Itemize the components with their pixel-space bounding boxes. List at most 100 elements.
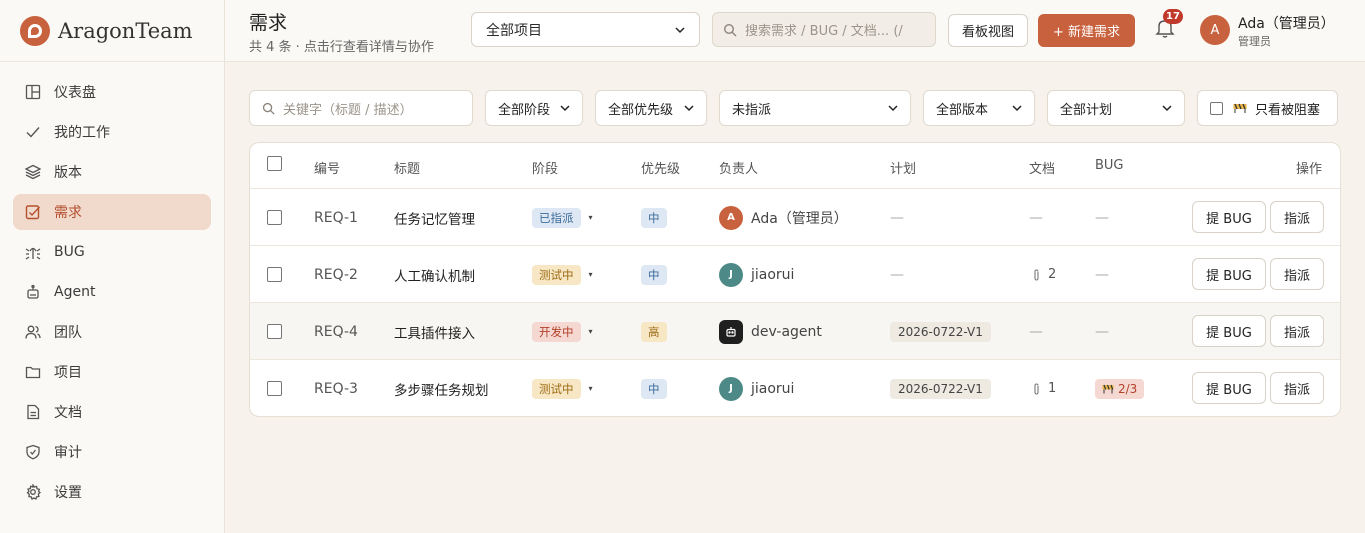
search-icon: [262, 102, 275, 115]
docs-count-value: 2: [1048, 267, 1057, 282]
team-icon: [24, 323, 42, 341]
plan-empty: —: [890, 209, 904, 226]
sidebar-item-label: 版本: [54, 165, 82, 181]
row-title[interactable]: 任务记忆管理: [394, 189, 475, 246]
table-row[interactable]: REQ-3 多步骤任务规划 测试中 ▾ 中 J jiaorui 2026-072…: [250, 360, 1340, 416]
priority-filter[interactable]: 全部优先级: [595, 90, 707, 126]
blocked-checkbox[interactable]: [1210, 101, 1223, 115]
assign-button[interactable]: 指派: [1270, 372, 1324, 404]
priority-badge: 中: [641, 264, 667, 285]
sidebar: AragonTeam 仪表盘 我的工作 版本 需求 BUG Agent 团队 项…: [0, 0, 225, 533]
stage-filter[interactable]: 全部阶段: [485, 90, 583, 126]
bug-count-value: 2/3: [1118, 381, 1138, 396]
report-bug-button[interactable]: 提 BUG: [1192, 372, 1266, 404]
global-search-input[interactable]: 搜索需求 / BUG / 文档... (/: [712, 12, 936, 47]
owner-name: jiaorui: [751, 266, 795, 283]
folder-icon: [24, 363, 42, 381]
row-checkbox[interactable]: [267, 381, 282, 396]
header-owner[interactable]: 负责人: [719, 158, 758, 177]
sidebar-item-docs[interactable]: 文档: [13, 394, 211, 430]
header-action: 操作: [1296, 162, 1323, 177]
shield-icon: [24, 443, 42, 461]
sidebar-item-team[interactable]: 团队: [13, 314, 211, 350]
caret-down-icon[interactable]: ▾: [589, 270, 593, 279]
gear-icon: [24, 483, 42, 501]
report-bug-button[interactable]: 提 BUG: [1192, 258, 1266, 290]
header-plan[interactable]: 计划: [890, 158, 916, 177]
sidebar-item-audit[interactable]: 审计: [13, 434, 211, 470]
chevron-down-icon: [1162, 105, 1172, 112]
bug-icon: [24, 243, 42, 261]
page-title: 需求: [249, 12, 288, 34]
chevron-down-icon: [888, 105, 898, 112]
table-row[interactable]: REQ-4 工具插件接入 开发中 ▾ 高 dev-agent 2026-0722…: [250, 303, 1340, 360]
search-placeholder: 搜索需求 / BUG / 文档... (/: [745, 24, 903, 39]
docs-count[interactable]: 2: [1031, 246, 1056, 303]
avatar: A: [719, 205, 743, 230]
keyword-input[interactable]: 关键字（标题 / 描述）: [249, 90, 473, 126]
sidebar-item-agent[interactable]: Agent: [13, 274, 211, 310]
user-name[interactable]: Ada（管理员）: [1238, 13, 1335, 33]
report-bug-button[interactable]: 提 BUG: [1192, 201, 1266, 233]
plan-empty: —: [890, 266, 904, 283]
header-bug[interactable]: BUG: [1095, 158, 1124, 173]
plan-tag[interactable]: 2026-0722-V1: [890, 321, 991, 342]
row-title[interactable]: 人工确认机制: [394, 246, 475, 303]
avatar[interactable]: A: [1200, 15, 1230, 45]
table-row[interactable]: REQ-2 人工确认机制 测试中 ▾ 中 J jiaorui — 2 — 提 B…: [250, 246, 1340, 303]
header-docs[interactable]: 文档: [1029, 158, 1055, 177]
blocked-label: 只看被阻塞: [1255, 102, 1321, 118]
table-header: 编号 标题 阶段 优先级 负责人 计划 文档 BUG 操作: [250, 143, 1340, 189]
row-title[interactable]: 多步骤任务规划: [394, 360, 489, 416]
row-checkbox[interactable]: [267, 210, 282, 225]
row-checkbox[interactable]: [267, 267, 282, 282]
brand[interactable]: AragonTeam: [0, 0, 224, 62]
sidebar-item-label: 设置: [54, 485, 82, 501]
stage-badge[interactable]: 测试中: [532, 378, 581, 399]
sidebar-item-projects[interactable]: 项目: [13, 354, 211, 390]
bug-count-badge[interactable]: 2/3: [1095, 378, 1145, 399]
header-id[interactable]: 编号: [314, 158, 340, 177]
avatar: J: [719, 376, 743, 401]
row-id: REQ-1: [314, 209, 358, 226]
header-title[interactable]: 标题: [394, 158, 420, 177]
docs-count[interactable]: 1: [1031, 360, 1057, 416]
new-requirement-button[interactable]: + 新建需求: [1038, 14, 1135, 47]
sidebar-item-requirements[interactable]: 需求: [13, 194, 211, 230]
docs-count-value: 1: [1048, 381, 1057, 396]
row-title[interactable]: 工具插件接入: [394, 303, 475, 360]
row-checkbox[interactable]: [267, 324, 282, 339]
project-select[interactable]: 全部项目: [471, 12, 700, 47]
assignee-filter-value: 未指派: [732, 102, 772, 118]
header-stage[interactable]: 阶段: [532, 158, 558, 177]
chevron-down-icon: [560, 105, 570, 112]
plan-tag[interactable]: 2026-0722-V1: [890, 378, 991, 399]
version-filter[interactable]: 全部版本: [923, 90, 1035, 126]
row-id: REQ-3: [314, 380, 358, 397]
stage-badge[interactable]: 已指派: [532, 207, 581, 228]
priority-badge: 中: [641, 207, 667, 228]
select-all-checkbox[interactable]: [267, 156, 282, 171]
assign-button[interactable]: 指派: [1270, 315, 1324, 347]
sidebar-item-label: BUG: [54, 244, 85, 260]
sidebar-item-versions[interactable]: 版本: [13, 154, 211, 190]
caret-down-icon[interactable]: ▾: [589, 384, 593, 393]
caret-down-icon[interactable]: ▾: [589, 327, 593, 336]
assign-button[interactable]: 指派: [1270, 258, 1324, 290]
table-row[interactable]: REQ-1 任务记忆管理 已指派 ▾ 中 A Ada（管理员） — — — 提 …: [250, 189, 1340, 246]
stage-badge[interactable]: 开发中: [532, 321, 581, 342]
caret-down-icon[interactable]: ▾: [589, 213, 593, 222]
assignee-filter[interactable]: 未指派: [719, 90, 911, 126]
avatar: J: [719, 262, 743, 287]
stage-badge[interactable]: 测试中: [532, 264, 581, 285]
sidebar-item-bug[interactable]: BUG: [13, 234, 211, 270]
plan-filter[interactable]: 全部计划: [1047, 90, 1185, 126]
assign-button[interactable]: 指派: [1270, 201, 1324, 233]
notification-badge: 17: [1163, 9, 1183, 24]
report-bug-button[interactable]: 提 BUG: [1192, 315, 1266, 347]
requirements-table: 编号 标题 阶段 优先级 负责人 计划 文档 BUG 操作 REQ-1 任务记忆…: [249, 142, 1341, 417]
sidebar-item-settings[interactable]: 设置: [13, 474, 211, 510]
kanban-view-button[interactable]: 看板视图: [948, 14, 1028, 47]
header-priority[interactable]: 优先级: [641, 158, 680, 177]
blocked-only-toggle[interactable]: 只看被阻塞: [1197, 90, 1338, 126]
